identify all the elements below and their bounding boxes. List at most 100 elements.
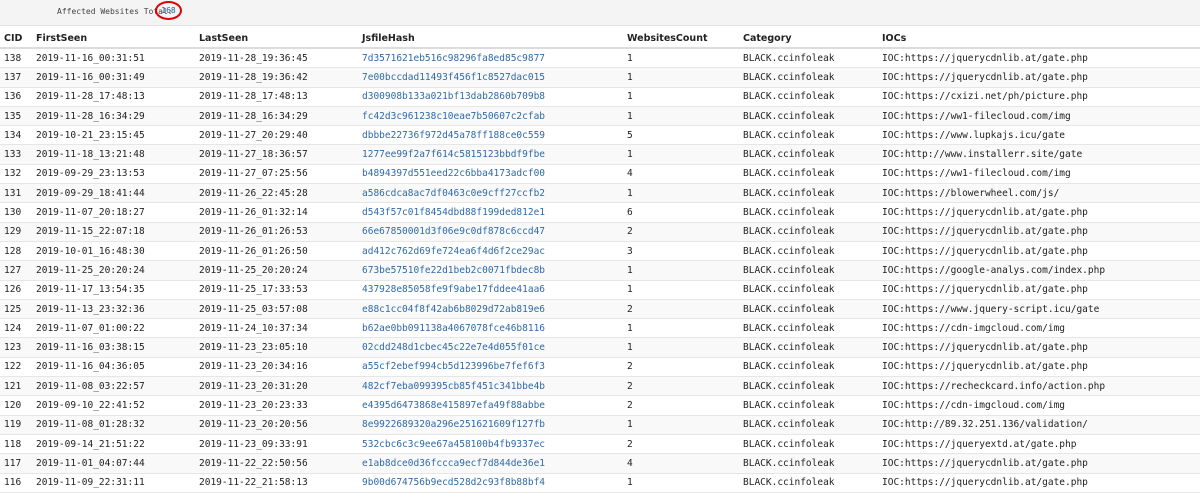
jsfilehash-link[interactable]: 482cf7eba099395cb85f451c341bbe4b [358,376,623,397]
firstseen-cell: 2019-11-07_20:18:27 [32,202,195,223]
firstseen-cell: 2019-11-07_01:00:22 [32,318,195,339]
cid-cell: 127 [0,260,32,281]
jsfilehash-link[interactable]: a55cf2ebef994cb5d123996be7fef6f3 [358,357,623,378]
jsfilehash-link[interactable]: 1277ee99f2a7f614c5815123bbdf9fbe [358,144,623,165]
ioc-cell: IOC:https://cdn-imgcloud.com/img [878,318,1200,339]
category-cell: BLACK.ccinfoleak [739,395,878,416]
ioc-cell: IOC:https://jquerycdnlib.at/gate.php [878,222,1200,242]
websitescount-cell: 1 [623,318,739,339]
websitescount-cell: 1 [623,67,739,88]
websitescount-cell: 1 [623,337,739,358]
column-header-lastseen[interactable]: LastSeen [195,29,358,49]
ioc-cell: IOC:https://recheckcard.info/action.php [878,376,1200,397]
firstseen-cell: 2019-09-29_18:41:44 [32,183,195,204]
jsfilehash-link[interactable]: d543f57c01f8454dbd88f199ded812e1 [358,202,623,223]
column-header-category[interactable]: Category [739,29,878,49]
jsfilehash-link[interactable]: 7d3571621eb516c98296fa8ed85c9877 [358,48,623,69]
lastseen-cell: 2019-11-28_19:36:45 [195,48,358,69]
jsfilehash-link[interactable]: d300908b133a021bf13dab2860b709b8 [358,87,623,107]
table-row: 125 2019-11-13_23:32:36 2019-11-25_03:57:0… [0,299,1200,320]
firstseen-cell: 2019-11-28_16:34:29 [32,106,195,127]
jsfilehash-link[interactable]: 437928e85058fe9f9abe17fddee41aa6 [358,280,623,300]
category-cell: BLACK.ccinfoleak [739,473,878,493]
table-row: 121 2019-11-08_03:22:57 2019-11-23_20:31:2… [0,376,1200,397]
websitescount-cell: 1 [623,183,739,204]
jsfilehash-link[interactable]: dbbbe22736f972d45a78ff188ce0c559 [358,125,623,146]
firstseen-cell: 2019-11-16_00:31:49 [32,67,195,88]
category-cell: BLACK.ccinfoleak [739,260,878,281]
ioc-cell: IOC:https://jquerycdnlib.at/gate.php [878,202,1200,223]
table-body: 138 2019-11-16_00:31:51 2019-11-28_19:36:4… [0,48,1200,493]
cid-cell: 133 [0,144,32,165]
category-cell: BLACK.ccinfoleak [739,144,878,165]
ioc-cell: IOC:http://89.32.251.136/validation/ [878,415,1200,435]
ioc-cell: IOC:https://ww1-filecloud.com/img [878,164,1200,185]
jsfilehash-link[interactable]: 532cbc6c3c9ee67a458100b4fb9337ec [358,434,623,455]
table-row: 120 2019-09-10_22:41:52 2019-11-23_20:23:3… [0,395,1200,416]
firstseen-cell: 2019-09-10_22:41:52 [32,395,195,416]
lastseen-cell: 2019-11-26_01:26:50 [195,241,358,262]
column-header-cid[interactable]: CID [0,29,32,49]
firstseen-cell: 2019-11-09_22:31:11 [32,473,195,493]
category-cell: BLACK.ccinfoleak [739,280,878,300]
websitescount-cell: 2 [623,357,739,378]
jsfilehash-link[interactable]: 8e9922689320a296e251621609f127fb [358,415,623,435]
lastseen-cell: 2019-11-27_07:25:56 [195,164,358,185]
category-cell: BLACK.ccinfoleak [739,48,878,69]
jsfilehash-link[interactable]: e1ab8dce0d36fccca9ecf7d844de36e1 [358,453,623,474]
jsfilehash-link[interactable]: 9b00d674756b9ecd528d2c93f8b88bf4 [358,473,623,493]
jsfilehash-link[interactable]: e88c1cc04f8f42ab6b8029d72ab819e6 [358,299,623,320]
lastseen-cell: 2019-11-26_22:45:28 [195,183,358,204]
cid-cell: 128 [0,241,32,262]
cid-cell: 137 [0,67,32,88]
cid-cell: 124 [0,318,32,339]
firstseen-cell: 2019-11-16_03:38:15 [32,337,195,358]
lastseen-cell: 2019-11-22_22:50:56 [195,453,358,474]
cid-cell: 125 [0,299,32,320]
category-cell: BLACK.ccinfoleak [739,183,878,204]
lastseen-cell: 2019-11-23_20:31:20 [195,376,358,397]
ioc-cell: IOC:https://jquerycdnlib.at/gate.php [878,473,1200,493]
table-row: 123 2019-11-16_03:38:15 2019-11-23_23:05:1… [0,337,1200,358]
cid-cell: 136 [0,87,32,107]
category-cell: BLACK.ccinfoleak [739,415,878,435]
table-row: 135 2019-11-28_16:34:29 2019-11-28_16:34:2… [0,106,1200,127]
table-row: 119 2019-11-08_01:28:32 2019-11-23_20:20:5… [0,415,1200,435]
firstseen-cell: 2019-09-29_23:13:53 [32,164,195,185]
table-row: 134 2019-10-21_23:15:45 2019-11-27_20:29:4… [0,125,1200,146]
ioc-cell: IOC:https://ww1-filecloud.com/img [878,106,1200,127]
jsfilehash-link[interactable]: a586cdca8ac7df0463c0e9cff27ccfb2 [358,183,623,204]
websitescount-cell: 2 [623,299,739,320]
websitescount-cell: 2 [623,395,739,416]
table-header: CID FirstSeen LastSeen JsfileHash Websit… [0,29,1200,49]
ioc-table: CID FirstSeen LastSeen JsfileHash Websit… [0,29,1200,493]
column-header-jsfilehash[interactable]: JsfileHash [358,29,623,49]
jsfilehash-link[interactable]: fc42d3c961238c10eae7b50607c2cfab [358,106,623,127]
websitescount-cell: 1 [623,260,739,281]
jsfilehash-link[interactable]: 673be57510fe22d1beb2c0071fbdec8b [358,260,623,281]
ioc-cell: IOC:https://blowerwheel.com/js/ [878,183,1200,204]
firstseen-cell: 2019-09-14_21:51:22 [32,434,195,455]
column-header-iocs[interactable]: IOCs [878,29,1200,49]
websitescount-cell: 1 [623,473,739,493]
jsfilehash-link[interactable]: 7e00bccdad11493f456f1c8527dac015 [358,67,623,88]
jsfilehash-link[interactable]: 66e67850001d3f06e9c0df878c6ccd47 [358,222,623,242]
column-header-firstseen[interactable]: FirstSeen [32,29,195,49]
column-header-websitescount[interactable]: WebsitesCount [623,29,739,49]
cid-cell: 123 [0,337,32,358]
category-cell: BLACK.ccinfoleak [739,87,878,107]
cid-cell: 126 [0,280,32,300]
cid-cell: 120 [0,395,32,416]
firstseen-cell: 2019-10-21_23:15:45 [32,125,195,146]
table-row: 126 2019-11-17_13:54:35 2019-11-25_17:33:5… [0,280,1200,300]
jsfilehash-link[interactable]: b4894397d551eed22c6bba4173adcf00 [358,164,623,185]
cid-cell: 118 [0,434,32,455]
ioc-cell: IOC:https://www.lupkajs.icu/gate [878,125,1200,146]
jsfilehash-link[interactable]: 02cdd248d1cbec45c22e7e4d055f01ce [358,337,623,358]
jsfilehash-link[interactable]: ad412c762d69fe724ea6f4d6f2ce29ac [358,241,623,262]
ioc-cell: IOC:https://www.jquery-script.icu/gate [878,299,1200,320]
jsfilehash-link[interactable]: e4395d6473868e415897efa49f88abbe [358,395,623,416]
jsfilehash-link[interactable]: b62ae0bb091138a4067078fce46b8116 [358,318,623,339]
firstseen-cell: 2019-11-17_13:54:35 [32,280,195,300]
ioc-cell: IOC:https://jqueryextd.at/gate.php [878,434,1200,455]
